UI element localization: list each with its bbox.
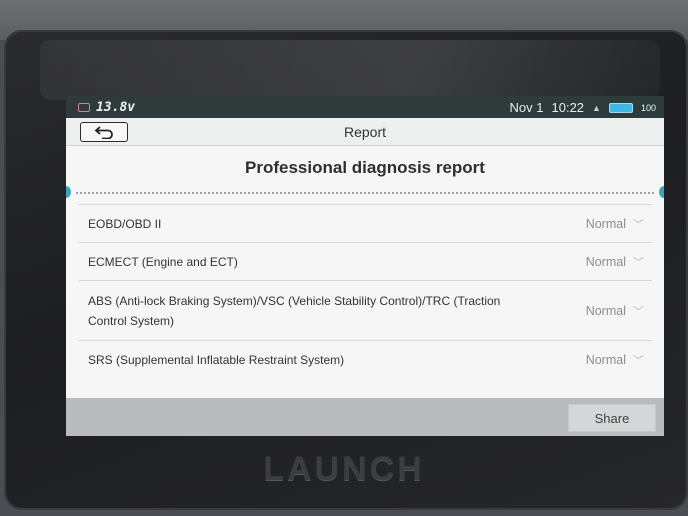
bezel-glare bbox=[40, 40, 660, 100]
system-name: ECMECT (Engine and ECT) bbox=[88, 254, 238, 269]
battery-level: 100 bbox=[640, 102, 656, 113]
left-marker bbox=[66, 186, 71, 198]
dotted-divider bbox=[76, 192, 654, 194]
voltage-readout: 13.8v bbox=[96, 100, 136, 115]
status-left: 13.8v bbox=[78, 100, 135, 115]
system-list: EOBD/OBD II Normal ﹀ ECMECT (Engine and … bbox=[78, 204, 652, 378]
share-button[interactable]: Share bbox=[568, 404, 656, 432]
system-name: EOBD/OBD II bbox=[88, 216, 162, 231]
system-row-ecmect[interactable]: ECMECT (Engine and ECT) Normal ﹀ bbox=[78, 242, 652, 280]
tablet-screen: 13.8v Nov 1 10:22 ▲ 100 Report Professio… bbox=[66, 96, 664, 436]
chevron-down-icon[interactable]: ﹀ bbox=[626, 303, 644, 319]
page-title: Report bbox=[343, 124, 387, 140]
system-name: SRS (Supplemental Inflatable Restraint S… bbox=[88, 352, 345, 367]
system-status: Normal bbox=[585, 216, 626, 231]
report-title: Professional diagnosis report bbox=[245, 158, 485, 177]
launch-logo: LAUNCH bbox=[263, 450, 425, 488]
status-right: Nov 1 10:22 ▲ 100 bbox=[510, 100, 656, 115]
system-row-abs[interactable]: ABS (Anti-lock Braking System)/VSC (Vehi… bbox=[78, 280, 652, 340]
system-row-eobd[interactable]: EOBD/OBD II Normal ﹀ bbox=[78, 204, 652, 242]
app-header: Report bbox=[66, 118, 664, 146]
chevron-down-icon[interactable]: ﹀ bbox=[626, 254, 644, 270]
system-status: Normal bbox=[585, 303, 626, 318]
chevron-down-icon[interactable]: ﹀ bbox=[626, 352, 644, 368]
status-date: Nov 1 bbox=[509, 100, 544, 115]
system-status: Normal bbox=[585, 254, 626, 269]
footer-bar: Share bbox=[66, 398, 664, 436]
system-row-srs[interactable]: SRS (Supplemental Inflatable Restraint S… bbox=[78, 340, 652, 378]
system-name: ABS (Anti-lock Braking System)/VSC (Vehi… bbox=[88, 293, 501, 328]
system-status: Normal bbox=[585, 352, 626, 367]
status-bar: 13.8v Nov 1 10:22 ▲ 100 bbox=[66, 96, 664, 118]
report-panel: Professional diagnosis report EOBD/OBD I… bbox=[66, 146, 664, 398]
car-connection-icon bbox=[78, 103, 90, 112]
battery-icon bbox=[608, 102, 633, 113]
right-marker bbox=[659, 186, 664, 198]
chevron-down-icon[interactable]: ﹀ bbox=[626, 216, 644, 232]
status-time: 10:22 bbox=[551, 100, 585, 115]
wifi-icon: ▲ bbox=[592, 102, 601, 113]
